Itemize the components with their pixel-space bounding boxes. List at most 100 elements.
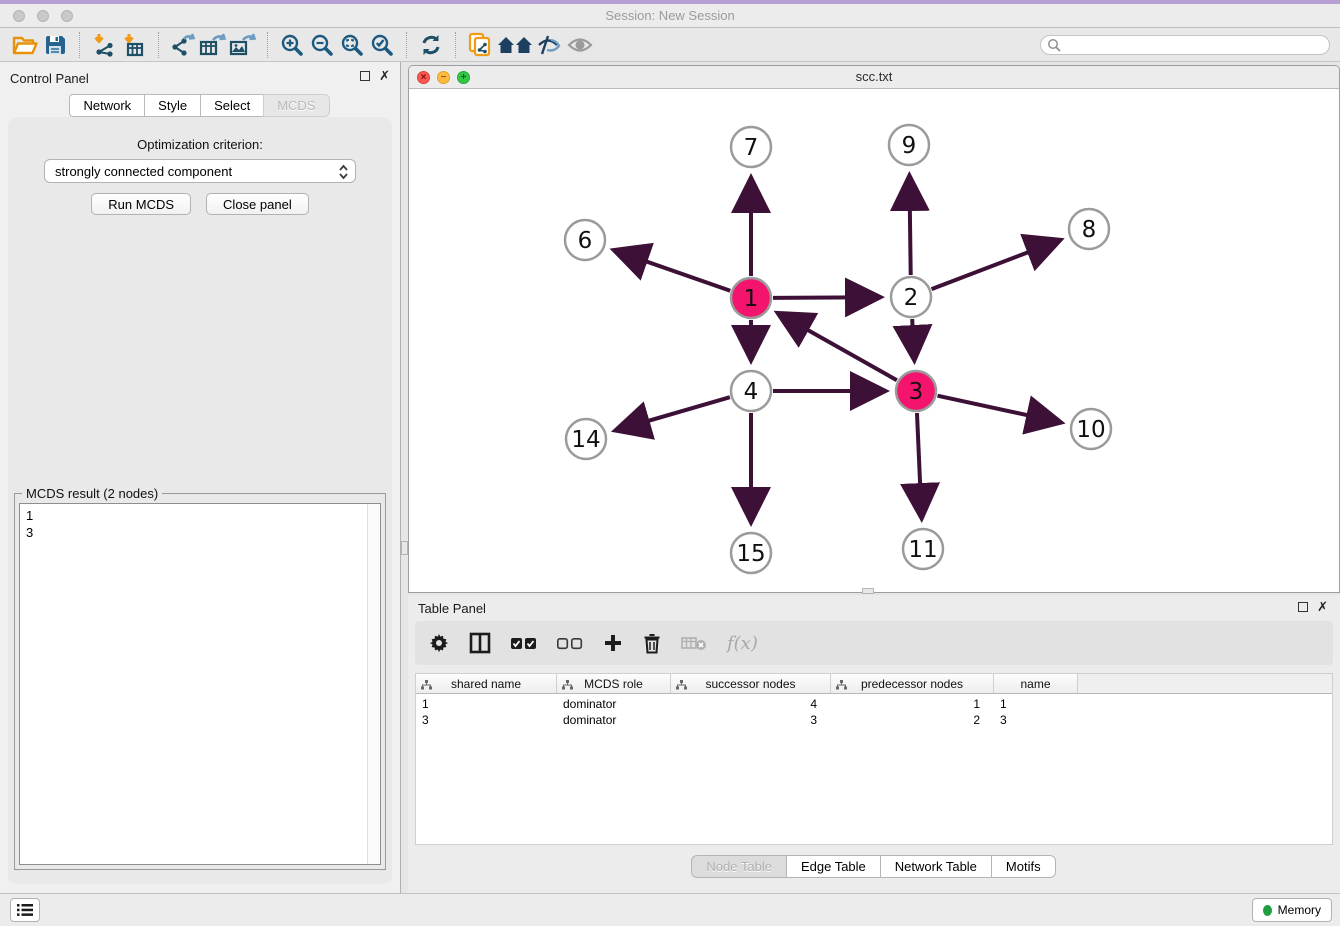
network-view-window: × − + scc.txt 7968124314101511 [408,65,1340,593]
graph-edge-3-10[interactable] [937,396,1059,423]
graph-node-label: 7 [744,135,759,161]
export-network-icon[interactable] [168,31,198,59]
tab-network-table[interactable]: Network Table [880,855,992,878]
open-session-icon[interactable] [10,31,40,59]
close-panel-button[interactable]: Close panel [206,193,309,215]
cell-shared-name[interactable]: 1 [416,697,557,713]
create-column-icon[interactable] [603,630,623,656]
memory-label: Memory [1278,903,1321,917]
node-table: shared name MCDS role successor nodes pr… [415,673,1333,845]
tab-motifs[interactable]: Motifs [991,855,1056,878]
table-row[interactable]: 1 dominator 4 1 1 [416,697,1332,713]
graph-node-label: 6 [578,228,593,254]
table-settings-gear-icon[interactable] [429,630,449,656]
hide-selected-icon[interactable] [535,31,565,59]
cell-name[interactable]: 3 [994,713,1078,729]
tab-mcds[interactable]: MCDS [263,94,329,117]
column-header-shared-name[interactable]: shared name [416,674,557,693]
cell-predecessor-nodes[interactable]: 2 [831,713,994,729]
float-panel-icon[interactable] [360,71,370,81]
graph-edge-1-6[interactable] [615,251,730,291]
tab-select[interactable]: Select [200,94,264,117]
close-panel-icon[interactable]: ✗ [379,71,390,81]
first-neighbors-icon[interactable] [495,31,535,59]
graph-edge-3-11[interactable] [917,413,922,517]
network-maximize-button[interactable]: + [457,71,470,84]
cell-name[interactable]: 1 [994,697,1078,713]
graph-edge-4-14[interactable] [617,397,730,430]
horizontal-splitter-grip[interactable] [862,588,874,594]
column-header-successor-nodes[interactable]: successor nodes [671,674,831,693]
tab-edge-table[interactable]: Edge Table [786,855,881,878]
control-panel-tabs: Network Style Select MCDS [0,94,400,117]
column-header-mcds-role[interactable]: MCDS role [557,674,671,693]
selected-option: strongly connected component [55,164,232,179]
toolbar-separator [158,32,159,58]
zoom-out-icon[interactable] [307,31,337,59]
table-panel: Table Panel ✗ f(x) shar [408,595,1340,893]
export-image-icon[interactable] [228,31,258,59]
show-all-eye-icon [565,31,595,59]
save-session-icon[interactable] [40,31,70,59]
header-filler [1078,674,1332,693]
mcds-result-textarea[interactable]: 1 3 [19,503,381,865]
refresh-icon[interactable] [416,31,446,59]
clone-network-icon[interactable] [465,31,495,59]
vertical-splitter-grip[interactable] [401,541,408,555]
result-scrollbar[interactable] [367,504,380,864]
graph-node-label: 2 [904,285,919,311]
graph-edge-2-8[interactable] [932,240,1060,289]
toolbar-separator [406,32,407,58]
zoom-selected-icon[interactable] [367,31,397,59]
table-tabs: Node Table Edge Table Network Table Moti… [408,855,1340,878]
deselect-all-columns-icon[interactable] [557,630,583,656]
network-minimize-button[interactable]: − [437,71,450,84]
delete-column-icon[interactable] [643,630,661,656]
close-table-panel-icon[interactable]: ✗ [1317,602,1328,612]
zoom-fit-icon[interactable] [337,31,367,59]
graph-node-label: 9 [902,133,917,159]
run-mcds-button[interactable]: Run MCDS [91,193,191,215]
search-input[interactable] [1040,35,1330,55]
float-table-panel-icon[interactable] [1298,602,1308,612]
memory-status-dot [1263,905,1272,916]
graph-edge-3-1[interactable] [779,314,897,380]
graph-node-label: 1 [744,286,759,312]
table-row[interactable]: 3 dominator 3 2 3 [416,713,1332,729]
cell-mcds-role[interactable]: dominator [557,713,671,729]
memory-button[interactable]: Memory [1252,898,1332,922]
select-all-columns-icon[interactable] [511,630,537,656]
task-history-button[interactable] [10,898,40,922]
cell-shared-name[interactable]: 3 [416,713,557,729]
tab-network[interactable]: Network [69,94,145,117]
column-header-predecessor-nodes[interactable]: predecessor nodes [831,674,994,693]
table-toolbar: f(x) [415,621,1333,665]
mcds-result-title: MCDS result (2 nodes) [22,486,162,501]
hierarchy-icon [836,679,847,693]
table-header-row: shared name MCDS role successor nodes pr… [416,674,1332,694]
cell-predecessor-nodes[interactable]: 1 [831,697,994,713]
graph-edge-2-3[interactable] [912,319,914,359]
column-header-name[interactable]: name [994,674,1078,693]
graph-edge-2-9[interactable] [909,177,910,275]
app-titlebar: Session: New Session [0,4,1340,28]
network-window-titlebar[interactable]: × − + scc.txt [409,66,1339,89]
function-builder-icon: f(x) [727,630,758,656]
show-columns-icon[interactable] [469,630,491,656]
optimization-criterion-select[interactable]: strongly connected component [44,159,356,183]
export-table-icon[interactable] [198,31,228,59]
network-canvas[interactable]: 7968124314101511 [409,89,1339,592]
cell-mcds-role[interactable]: dominator [557,697,671,713]
cell-successor-nodes[interactable]: 3 [671,713,831,729]
import-network-icon[interactable] [89,31,119,59]
task-list-icon [17,903,33,917]
cell-successor-nodes[interactable]: 4 [671,697,831,713]
tab-style[interactable]: Style [144,94,201,117]
zoom-in-icon[interactable] [277,31,307,59]
graph-edge-1-2[interactable] [773,297,879,298]
mcds-panel: Optimization criterion: strongly connect… [8,117,392,884]
import-table-icon[interactable] [119,31,149,59]
hierarchy-icon [676,679,687,693]
tab-node-table[interactable]: Node Table [691,855,787,878]
network-close-button[interactable]: × [417,71,430,84]
